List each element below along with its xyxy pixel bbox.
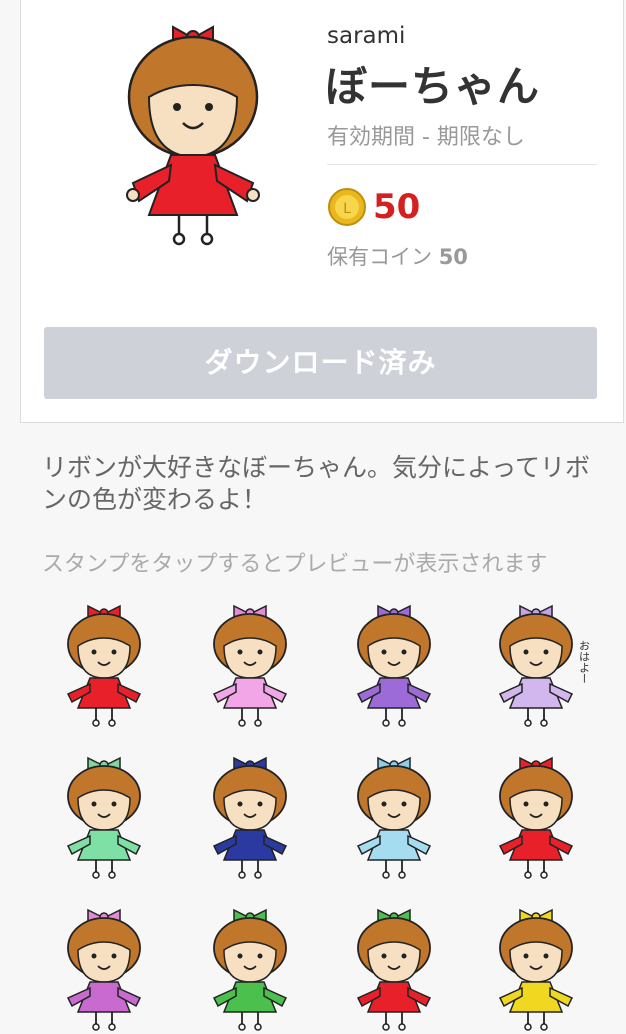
validity-text: 有効期間 - 期限なし xyxy=(327,125,525,150)
sticker-thumbnail[interactable] xyxy=(330,600,460,730)
sticker-title: ぼーちゃん xyxy=(325,62,541,111)
divider xyxy=(327,164,597,165)
owned-coins-label: 保有コイン xyxy=(327,245,432,269)
price-value: 50 xyxy=(373,187,421,227)
sticker-thumbnail[interactable] xyxy=(186,752,316,882)
owned-coins-value: 50 xyxy=(438,245,468,269)
sticker-description: リボンが大好きなぼーちゃん。気分によってリボンの色が変わるよ！ xyxy=(42,453,591,514)
owned-coins: 保有コイン 50 xyxy=(327,241,468,271)
sticker-thumbnail[interactable] xyxy=(330,904,460,1034)
author-name[interactable]: sarami xyxy=(327,23,405,49)
sticker-thumbnail[interactable] xyxy=(40,752,170,882)
svg-text:L: L xyxy=(343,201,351,217)
coin-icon: L xyxy=(328,188,366,226)
sticker-grid: おはよー xyxy=(40,600,626,1031)
sticker-thumbnail[interactable] xyxy=(330,752,460,882)
preview-hint: スタンプをタップするとプレビューが表示されます xyxy=(42,552,548,577)
sticker-thumbnail[interactable]: おはよー xyxy=(472,600,602,730)
product-card: sarami ぼーちゃん 有効期間 - 期限なし L 50 保有コイン 50 ダ… xyxy=(20,0,624,423)
sticker-thumbnail[interactable] xyxy=(40,600,170,730)
sticker-main-image xyxy=(126,25,260,246)
sticker-thumbnail[interactable] xyxy=(472,904,602,1034)
sticker-thumbnail[interactable] xyxy=(186,600,316,730)
sticker-caption: おはよー xyxy=(578,640,591,684)
sticker-thumbnail[interactable] xyxy=(186,904,316,1034)
sticker-thumbnail[interactable] xyxy=(40,904,170,1034)
download-button[interactable]: ダウンロード済み xyxy=(44,327,597,399)
sticker-thumbnail[interactable] xyxy=(472,752,602,882)
